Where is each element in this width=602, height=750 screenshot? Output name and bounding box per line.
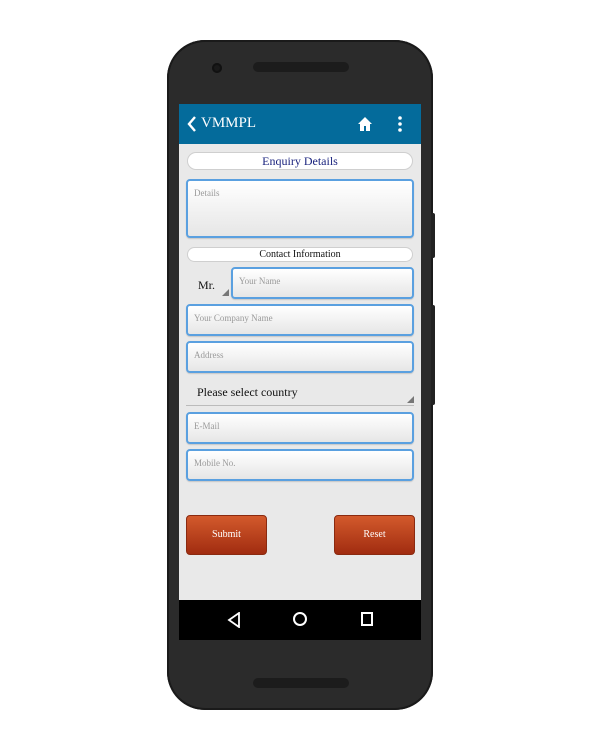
details-field[interactable]: Details: [186, 179, 414, 238]
country-select[interactable]: Please select country: [186, 379, 414, 406]
android-nav-bar: [179, 600, 421, 640]
app-title: VMMPL: [201, 115, 257, 131]
home-icon[interactable]: [357, 116, 373, 132]
more-vert-icon[interactable]: [397, 115, 403, 133]
nav-back-icon[interactable]: [227, 612, 241, 628]
contact-information-header: Contact Information: [187, 247, 413, 262]
power-button: [431, 305, 435, 405]
bottom-speaker: [253, 678, 349, 688]
submit-button[interactable]: Submit: [186, 515, 267, 555]
country-value: Please select country: [197, 385, 298, 399]
dropdown-triangle-icon: [407, 396, 414, 403]
reset-button[interactable]: Reset: [334, 515, 415, 555]
chevron-left-icon[interactable]: [185, 114, 199, 134]
email-field[interactable]: E-Mail: [186, 412, 414, 444]
app-screen: VMMPL Enquiry Details Details Contact In…: [179, 104, 421, 640]
company-name-field[interactable]: Your Company Name: [186, 304, 414, 336]
front-camera: [212, 63, 222, 73]
name-field[interactable]: Your Name: [231, 267, 414, 299]
nav-home-icon[interactable]: [293, 612, 307, 626]
nav-recent-apps-icon[interactable]: [361, 612, 373, 626]
salutation-select[interactable]: Mr.: [187, 274, 229, 298]
volume-button: [431, 213, 435, 258]
dropdown-triangle-icon: [222, 289, 229, 296]
phone-frame: VMMPL Enquiry Details Details Contact In…: [167, 40, 433, 710]
top-speaker: [253, 62, 349, 72]
salutation-value: Mr.: [198, 278, 216, 292]
enquiry-details-header: Enquiry Details: [187, 152, 413, 170]
mobile-field[interactable]: Mobile No.: [186, 449, 414, 481]
app-bar: VMMPL: [179, 104, 421, 144]
address-field[interactable]: Address: [186, 341, 414, 373]
